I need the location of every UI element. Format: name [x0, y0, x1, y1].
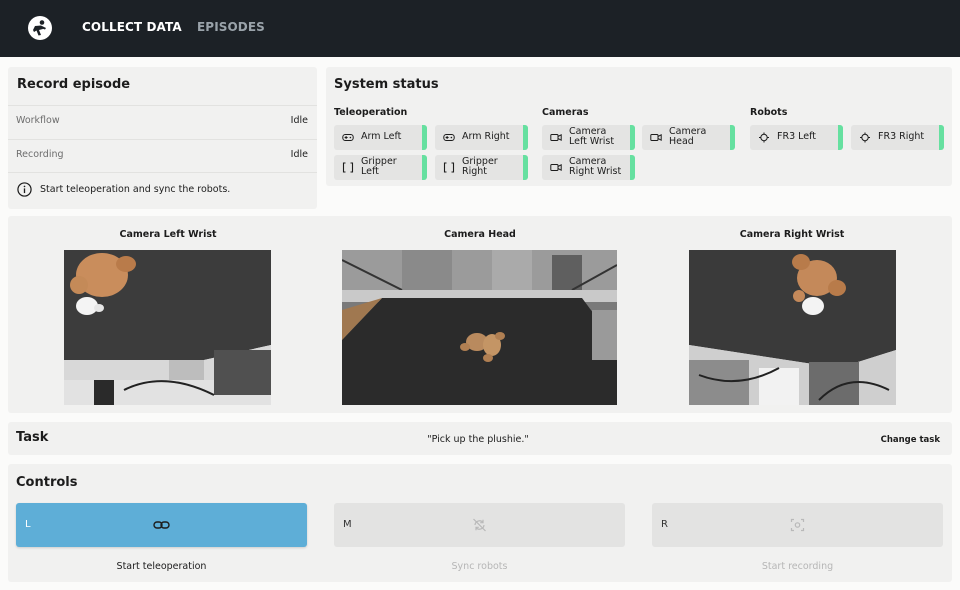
status-chip-label: Camera Head: [669, 126, 707, 147]
gripper-icon: [342, 162, 354, 173]
camera-feeds-panel: Camera Left Wrist Camera Head Camera Rig…: [8, 216, 952, 413]
shortcut-key: R: [661, 519, 668, 530]
status-chip-label: Gripper Right: [462, 156, 498, 177]
change-task-button[interactable]: Change task: [881, 435, 940, 445]
camera-head-feed: [342, 250, 617, 405]
record-episode-title: Record episode: [17, 77, 131, 92]
status-chip-label: Camera Left Wrist: [569, 126, 615, 147]
status-chip-label: FR3 Right: [878, 131, 925, 142]
status-chip-fr3-left: FR3 Left: [750, 125, 843, 150]
status-ok-indicator: [630, 155, 635, 180]
controls-title: Controls: [16, 475, 78, 490]
status-chip-camera-head: Camera Head: [642, 125, 735, 150]
recording-status-value: Idle: [290, 149, 308, 160]
record-episode-panel: Record episode Workflow Idle Recording I…: [8, 67, 317, 209]
app-logo-icon[interactable]: [28, 16, 52, 40]
sync-robots-label: Sync robots: [451, 561, 508, 572]
status-ok-indicator: [630, 125, 635, 150]
nav-tab-collect-data[interactable]: COLLECT DATA: [82, 20, 182, 34]
gamepad-icon: [443, 134, 455, 141]
status-ok-indicator: [422, 155, 427, 180]
task-description: "Pick up the plushie.": [427, 434, 529, 445]
divider: [8, 172, 317, 173]
robots-group-label: Robots: [750, 107, 788, 118]
start-recording-label: Start recording: [761, 561, 834, 572]
top-navigation-bar: COLLECT DATA EPISODES: [0, 0, 960, 57]
camera-left-wrist-title: Camera Left Wrist: [119, 229, 217, 240]
status-ok-indicator: [523, 155, 528, 180]
start-recording-button[interactable]: R: [652, 503, 943, 547]
status-ok-indicator: [730, 125, 735, 150]
status-chip-label: Camera Right Wrist: [569, 156, 622, 177]
status-ok-indicator: [422, 125, 427, 150]
status-ok-indicator: [523, 125, 528, 150]
status-chip-arm-right: Arm Right: [435, 125, 528, 150]
divider: [8, 139, 317, 140]
camera-left-wrist-feed: [64, 250, 271, 405]
recording-label: Recording: [16, 149, 64, 160]
status-chip-fr3-right: FR3 Right: [851, 125, 944, 150]
camera-right-wrist-title: Camera Right Wrist: [739, 229, 845, 240]
status-chip-camera-left-wrist: Camera Left Wrist: [542, 125, 635, 150]
nav-tab-episodes[interactable]: EPISODES: [197, 20, 265, 34]
sync-robots-button[interactable]: M: [334, 503, 625, 547]
status-chip-gripper-right: Gripper Right: [435, 155, 528, 180]
status-chip-camera-right-wrist: Camera Right Wrist: [542, 155, 635, 180]
camera-icon: [550, 163, 562, 172]
status-ok-indicator: [939, 125, 944, 150]
info-icon: [17, 182, 32, 197]
start-teleoperation-button[interactable]: L: [16, 503, 307, 547]
status-chip-arm-left: Arm Left: [334, 125, 427, 150]
link-icon: [153, 521, 170, 529]
status-ok-indicator: [838, 125, 843, 150]
teleoperation-group-label: Teleoperation: [334, 107, 408, 118]
status-chip-label: Gripper Left: [361, 156, 397, 177]
system-status-panel: System status Teleoperation Cameras Robo…: [326, 67, 952, 186]
divider: [8, 105, 317, 106]
camera-right-wrist-feed: [689, 250, 896, 405]
status-chip-label: Arm Left: [361, 131, 402, 142]
gamepad-icon: [342, 134, 354, 141]
camera-icon: [650, 133, 662, 142]
status-chip-label: FR3 Left: [777, 131, 817, 142]
robot-arm-icon: [860, 132, 870, 143]
record-icon: [790, 518, 805, 532]
camera-icon: [550, 133, 562, 142]
status-chip-gripper-left: Gripper Left: [334, 155, 427, 180]
controls-panel: Controls L Start teleoperation M Sync ro…: [8, 464, 952, 582]
gripper-icon: [443, 162, 455, 173]
workflow-status-value: Idle: [290, 115, 308, 126]
task-panel: Task "Pick up the plushie." Change task: [8, 422, 952, 455]
status-chip-label: Arm Right: [462, 131, 510, 142]
system-status-title: System status: [334, 77, 439, 92]
shortcut-key: M: [343, 519, 352, 530]
cameras-group-label: Cameras: [542, 107, 589, 118]
start-teleoperation-label: Start teleoperation: [116, 561, 207, 572]
sync-off-icon: [473, 518, 486, 532]
robot-arm-icon: [759, 132, 769, 143]
camera-head-title: Camera Head: [444, 229, 516, 240]
info-message: Start teleoperation and sync the robots.: [40, 184, 231, 195]
workflow-label: Workflow: [16, 115, 60, 126]
shortcut-key: L: [25, 519, 31, 530]
